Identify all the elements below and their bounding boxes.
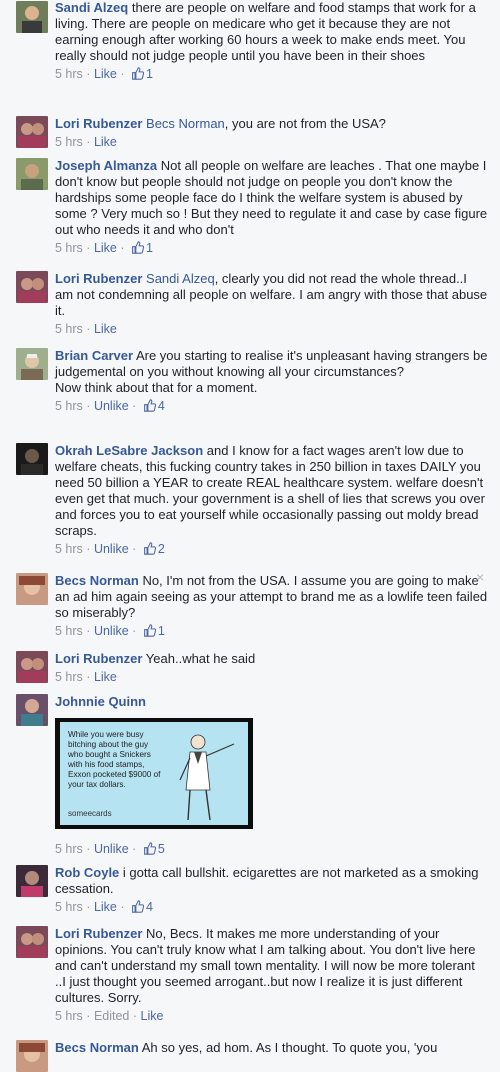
comment-meta: 5 hrs · Unlike · 4 bbox=[55, 399, 165, 413]
comment-text: , you are not from the USA? bbox=[224, 116, 386, 131]
comment-time[interactable]: 5 hrs bbox=[55, 67, 83, 81]
thumbs-up-icon bbox=[143, 624, 156, 637]
comment-meta: 5 hrs · Like bbox=[55, 670, 117, 684]
thumbs-up-icon bbox=[143, 399, 156, 412]
comment-author[interactable]: Okrah LeSabre Jackson bbox=[55, 443, 203, 458]
comment-meta: 5 hrs · Like · 1 bbox=[55, 67, 153, 81]
like-count[interactable]: 5 bbox=[158, 842, 165, 856]
like-count[interactable]: 1 bbox=[146, 67, 153, 81]
comment-author[interactable]: Becs Norman bbox=[55, 1040, 139, 1055]
like-count[interactable]: 4 bbox=[158, 399, 165, 413]
comment-time[interactable]: 5 hrs bbox=[55, 1009, 83, 1023]
avatar[interactable] bbox=[16, 651, 48, 683]
comment-author[interactable]: Sandi Alzeq bbox=[55, 0, 128, 15]
comment-meta: 5 hrs · Unlike · 2 bbox=[55, 542, 165, 556]
comment-time[interactable]: 5 hrs bbox=[55, 900, 83, 914]
avatar[interactable] bbox=[16, 116, 48, 148]
avatar[interactable] bbox=[16, 271, 48, 303]
comment-author[interactable]: Lori Rubenzer bbox=[55, 926, 142, 941]
comment-author[interactable]: Rob Coyle bbox=[55, 865, 119, 880]
comment-meta: 5 hrs · Unlike · 1 bbox=[55, 624, 165, 638]
avatar[interactable] bbox=[16, 926, 48, 958]
close-icon[interactable]: × bbox=[476, 570, 486, 584]
unlike-button[interactable]: Unlike bbox=[94, 624, 129, 638]
comment-time[interactable]: 5 hrs bbox=[55, 399, 83, 413]
like-count[interactable]: 4 bbox=[146, 900, 153, 914]
comment-time[interactable]: 5 hrs bbox=[55, 135, 83, 149]
like-button[interactable]: Like bbox=[94, 322, 117, 336]
comment-author[interactable]: Johnnie Quinn bbox=[55, 694, 146, 709]
comment-author[interactable]: Lori Rubenzer bbox=[55, 651, 142, 666]
comment-time[interactable]: 5 hrs bbox=[55, 542, 83, 556]
like-count[interactable]: 1 bbox=[158, 624, 165, 638]
like-button[interactable]: Like bbox=[94, 900, 117, 914]
thumbs-up-icon bbox=[132, 67, 145, 80]
ecard-logo: someecards bbox=[68, 809, 112, 818]
unlike-button[interactable]: Unlike bbox=[94, 842, 129, 856]
thumbs-up-icon bbox=[143, 542, 156, 555]
avatar[interactable] bbox=[16, 694, 48, 726]
avatar[interactable] bbox=[16, 573, 48, 605]
comment-meta: 5 hrs · Like bbox=[55, 135, 117, 149]
unlike-button[interactable]: Unlike bbox=[94, 542, 129, 556]
ecard-image[interactable]: While you were busy bitching about the g… bbox=[55, 718, 253, 829]
avatar[interactable] bbox=[16, 1040, 48, 1072]
comment-text: i gotta call bullshit. ecigarettes are n… bbox=[55, 865, 479, 896]
like-count[interactable]: 1 bbox=[146, 241, 153, 255]
comment-time[interactable]: 5 hrs bbox=[55, 842, 83, 856]
thumbs-up-icon bbox=[143, 842, 156, 855]
like-button[interactable]: Like bbox=[141, 1009, 164, 1023]
edited-label[interactable]: Edited bbox=[94, 1009, 129, 1023]
comment-mention[interactable]: Becs Norman bbox=[146, 116, 225, 131]
comment-text: Yeah..what he said bbox=[145, 651, 256, 666]
ecard-illustration bbox=[179, 734, 235, 821]
comment-time[interactable]: 5 hrs bbox=[55, 322, 83, 336]
comment-time[interactable]: 5 hrs bbox=[55, 670, 83, 684]
like-button[interactable]: Like bbox=[94, 135, 117, 149]
comment-author[interactable]: Brian Carver bbox=[55, 348, 133, 363]
comment-meta: 5 hrs · Like · 4 bbox=[55, 900, 153, 914]
comment-mention[interactable]: Sandi Alzeq bbox=[146, 271, 215, 286]
thumbs-up-icon bbox=[132, 900, 145, 913]
comment-meta: 5 hrs · Like bbox=[55, 322, 117, 336]
comment-meta: 5 hrs · Unlike · 5 bbox=[55, 842, 165, 856]
avatar[interactable] bbox=[16, 865, 48, 897]
like-button[interactable]: Like bbox=[94, 670, 117, 684]
avatar[interactable] bbox=[16, 1, 48, 33]
thumbs-up-icon bbox=[132, 241, 145, 254]
comment-time[interactable]: 5 hrs bbox=[55, 624, 83, 638]
comment-author[interactable]: Becs Norman bbox=[55, 573, 139, 588]
like-button[interactable]: Like bbox=[94, 67, 117, 81]
avatar[interactable] bbox=[16, 443, 48, 475]
comment-author[interactable]: Lori Rubenzer bbox=[55, 116, 142, 131]
unlike-button[interactable]: Unlike bbox=[94, 399, 129, 413]
comment-time[interactable]: 5 hrs bbox=[55, 241, 83, 255]
comment-meta: 5 hrs · Edited · Like bbox=[55, 1009, 164, 1023]
like-count[interactable]: 2 bbox=[158, 542, 165, 556]
like-button[interactable]: Like bbox=[94, 241, 117, 255]
ecard-text: While you were busy bitching about the g… bbox=[68, 730, 161, 789]
comment-author[interactable]: Lori Rubenzer bbox=[55, 271, 142, 286]
avatar[interactable] bbox=[16, 158, 48, 190]
comment-text-line: Now think about that for a moment. bbox=[55, 380, 258, 395]
avatar[interactable] bbox=[16, 348, 48, 380]
comment-author[interactable]: Joseph Almanza bbox=[55, 158, 157, 173]
comment-text: Ah so yes, ad hom. As I thought. To quot… bbox=[141, 1040, 438, 1055]
comment-meta: 5 hrs · Like · 1 bbox=[55, 241, 153, 255]
